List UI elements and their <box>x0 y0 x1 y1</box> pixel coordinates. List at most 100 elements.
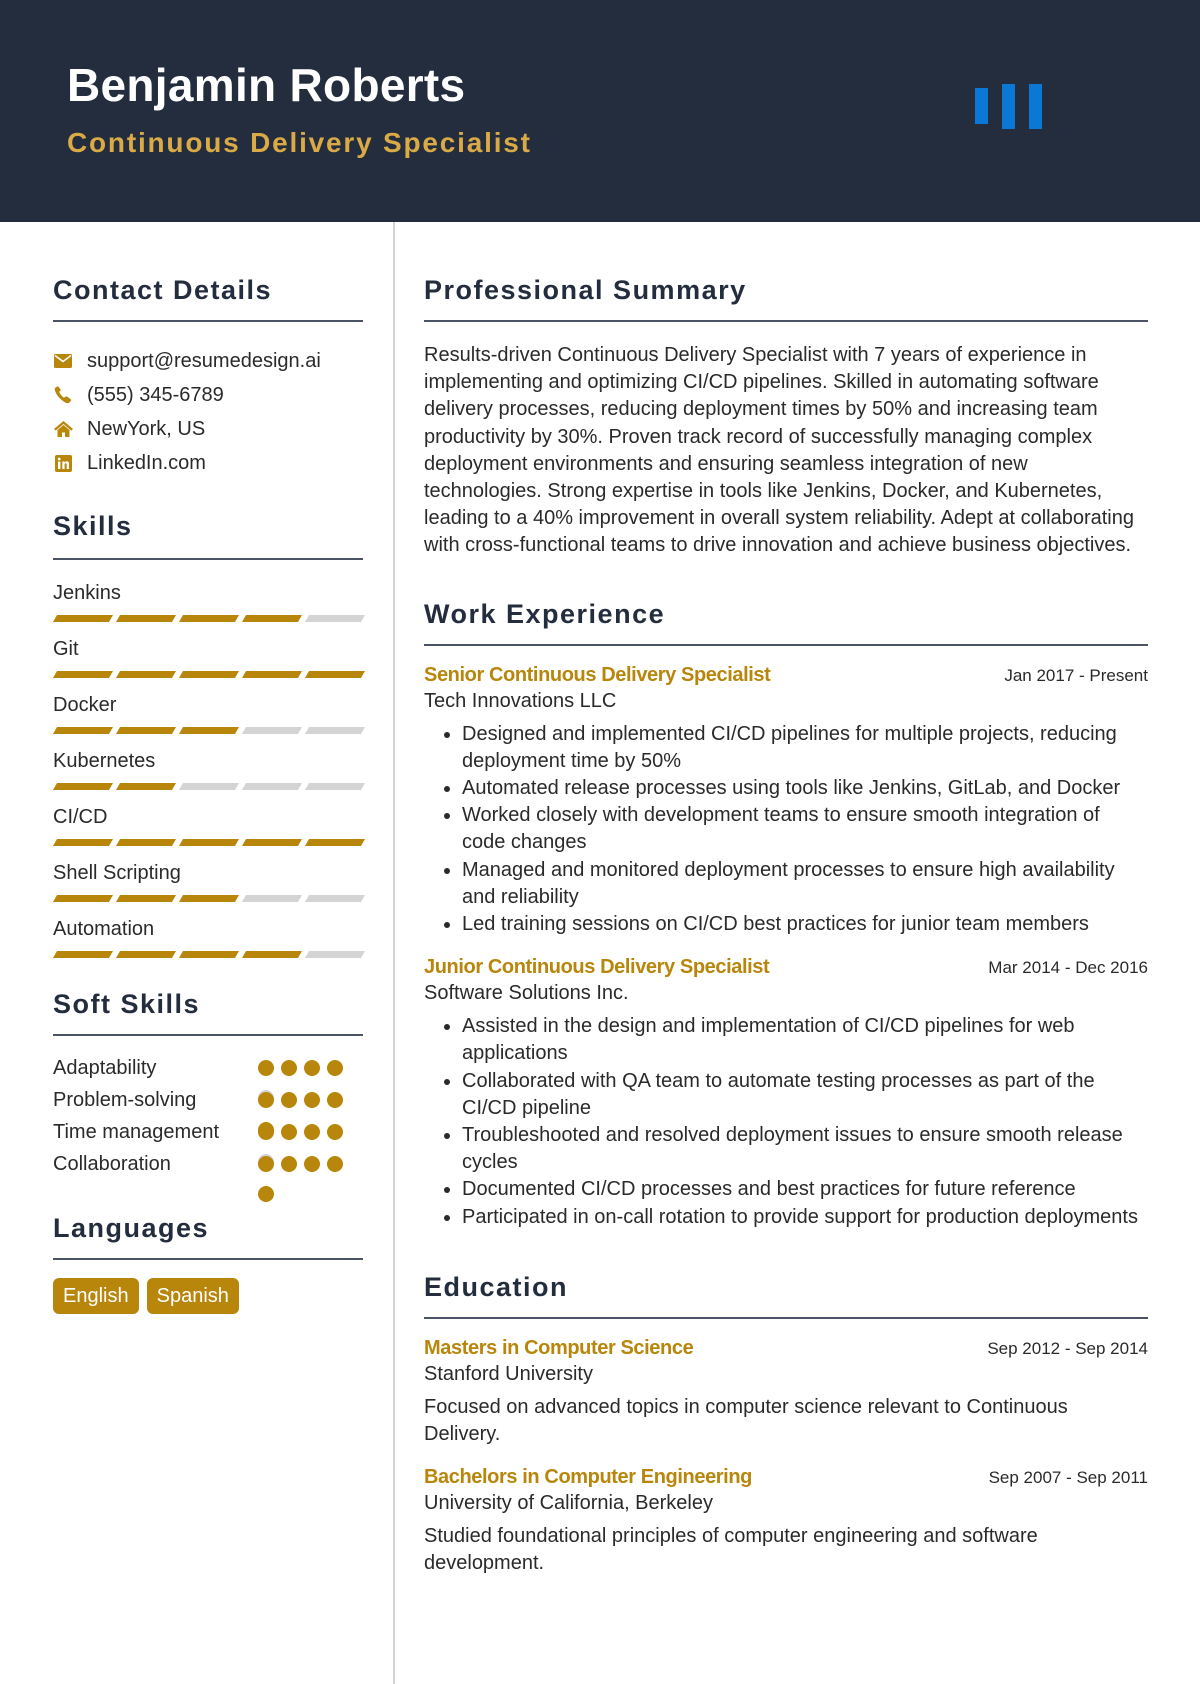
soft-skill-item: Problem-solving <box>53 1086 363 1138</box>
skill-segment-filled <box>304 671 366 678</box>
skill-item: Jenkins <box>52 578 366 622</box>
section-heading: Languages <box>53 1213 210 1243</box>
skill-name: Git <box>53 638 79 660</box>
section-rule <box>424 643 1148 646</box>
skill-segment-empty <box>178 783 240 790</box>
job-date: Jan 2017 - Present <box>1004 665 1148 685</box>
section-heading: Work Experience <box>424 598 666 629</box>
job-bullet: Collaborated with QA team to automate te… <box>462 1068 1148 1122</box>
soft-skill-rating <box>258 1054 348 1106</box>
skill-segment-empty <box>241 783 303 790</box>
rating-dot-filled <box>327 1156 343 1172</box>
skill-segment-filled <box>178 615 240 622</box>
education-description: Studied foundational principles of compu… <box>424 1525 1038 1575</box>
skill-segment-empty <box>304 783 366 790</box>
contact-linkedin[interactable]: LinkedIn.com <box>53 446 363 480</box>
contact-email[interactable]: support@resumedesign.ai <box>53 344 363 378</box>
skill-level-bar <box>52 895 366 902</box>
job-title: Junior Continuous Delivery Specialist <box>424 956 770 979</box>
soft-skill-rating <box>258 1118 348 1170</box>
skill-segment-filled <box>178 951 240 958</box>
skill-segment-filled <box>241 615 303 622</box>
skill-segment-empty <box>241 895 303 902</box>
job-bullet: Designed and implemented CI/CD pipelines… <box>462 721 1148 775</box>
education-header: Bachelors in Computer Engineering Sep 200… <box>424 1466 1148 1489</box>
skill-segment-filled <box>115 727 177 734</box>
job-bullet: Managed and monitored deployment process… <box>462 857 1148 911</box>
skill-name: Automation <box>53 918 155 940</box>
skill-segment-empty <box>304 615 366 622</box>
soft-skill-name: Time management <box>53 1121 219 1143</box>
skill-name: CI/CD <box>53 806 108 828</box>
job-entry: Senior Continuous Delivery Specialist Jan… <box>424 664 1148 939</box>
section-heading: Education <box>424 1271 569 1302</box>
contact-phone-text: (555) 345-6789 <box>87 383 224 406</box>
skill-segment-filled <box>178 895 240 902</box>
skill-level-bar <box>52 671 366 678</box>
education-degree: Masters in Computer Science <box>424 1336 694 1359</box>
education-school: Stanford University <box>424 1362 593 1385</box>
contact-phone[interactable]: (555) 345-6789 <box>53 378 363 412</box>
soft-skill-item: Collaboration <box>53 1150 363 1202</box>
soft-skill-name: Problem-solving <box>53 1089 197 1111</box>
resume-header: Benjamin Roberts Continuous Delivery Spe… <box>0 0 1200 222</box>
section-heading: Contact Details <box>53 275 273 305</box>
skill-level-bar <box>52 951 366 958</box>
soft-skill-rating <box>258 1086 348 1138</box>
skills-section: Skills Jenkins Git Docker Kubernetes CI/CD Sh… <box>52 508 366 958</box>
education-date: Sep 2012 - Sep 2014 <box>987 1338 1148 1358</box>
job-bullet: Worked closely with development teams to… <box>462 802 1148 856</box>
soft-skill-rating <box>258 1150 348 1202</box>
skill-item: Automation <box>52 914 366 958</box>
rating-dot-filled <box>281 1092 297 1108</box>
skill-item: Shell Scripting <box>52 858 366 902</box>
rating-dot-filled <box>304 1124 320 1140</box>
phone-icon <box>53 385 73 405</box>
right-column: Professional Summary Results-driven Cont… <box>424 222 1148 1578</box>
job-header: Senior Continuous Delivery Specialist Jan… <box>424 664 1148 687</box>
skill-level-bar <box>52 615 366 622</box>
rating-dot-filled <box>327 1060 343 1076</box>
skill-segment-filled <box>178 727 240 734</box>
rating-dot-filled <box>281 1060 297 1076</box>
job-company: Software Solutions Inc. <box>424 982 629 1005</box>
rating-dot-filled <box>327 1092 343 1108</box>
skill-segment-filled <box>115 839 177 846</box>
skill-segment-filled <box>115 783 177 790</box>
contact-section: Contact Details support@resumedesign.ai … <box>53 272 363 480</box>
skill-segment-filled <box>178 839 240 846</box>
job-date: Mar 2014 - Dec 2016 <box>988 958 1148 978</box>
logo-bar <box>1029 84 1042 129</box>
skill-segment-filled <box>115 895 177 902</box>
section-heading: Professional Summary <box>424 275 747 305</box>
rating-dot-filled <box>304 1060 320 1076</box>
education-description: Focused on advanced topics in computer s… <box>424 1395 1068 1446</box>
envelope-icon <box>53 351 73 371</box>
soft-skill-name: Collaboration <box>53 1153 171 1175</box>
rating-dot-filled <box>258 1186 274 1202</box>
summary-section: Professional Summary Results-driven Cont… <box>424 272 1148 560</box>
skill-segment-filled <box>52 615 114 622</box>
skill-segment-filled <box>115 671 177 678</box>
skill-level-bar <box>52 783 366 790</box>
skill-item: Kubernetes <box>52 746 366 790</box>
skill-segment-filled <box>115 951 177 958</box>
soft-skills-section: Soft Skills Adaptability Problem-solving T… <box>53 986 363 1202</box>
soft-skill-item: Adaptability <box>53 1054 363 1106</box>
skill-segment-filled <box>52 839 114 846</box>
skill-level-bar <box>52 839 366 846</box>
rating-dot-filled <box>281 1124 297 1140</box>
job-bullet: Documented CI/CD processes and best prac… <box>462 1176 1148 1203</box>
skill-segment-filled <box>52 895 114 902</box>
job-bullet: Participated in on-call rotation to prov… <box>462 1204 1148 1231</box>
job-entry: Junior Continuous Delivery Specialist Mar… <box>424 956 1148 1231</box>
job-bullets: Designed and implemented CI/CD pipelines… <box>424 721 1148 939</box>
logo-bar <box>1002 84 1015 129</box>
language-tag: Spanish <box>146 1278 239 1314</box>
summary-text: Results-driven Continuous Delivery Speci… <box>424 344 1134 557</box>
job-bullet: Assisted in the design and implementatio… <box>462 1013 1148 1067</box>
education-section: Education Masters in Computer Science Sep… <box>424 1269 1148 1578</box>
skill-segment-filled <box>178 671 240 678</box>
language-tag: English <box>53 1278 139 1314</box>
languages-section: Languages English Spanish <box>53 1210 363 1314</box>
